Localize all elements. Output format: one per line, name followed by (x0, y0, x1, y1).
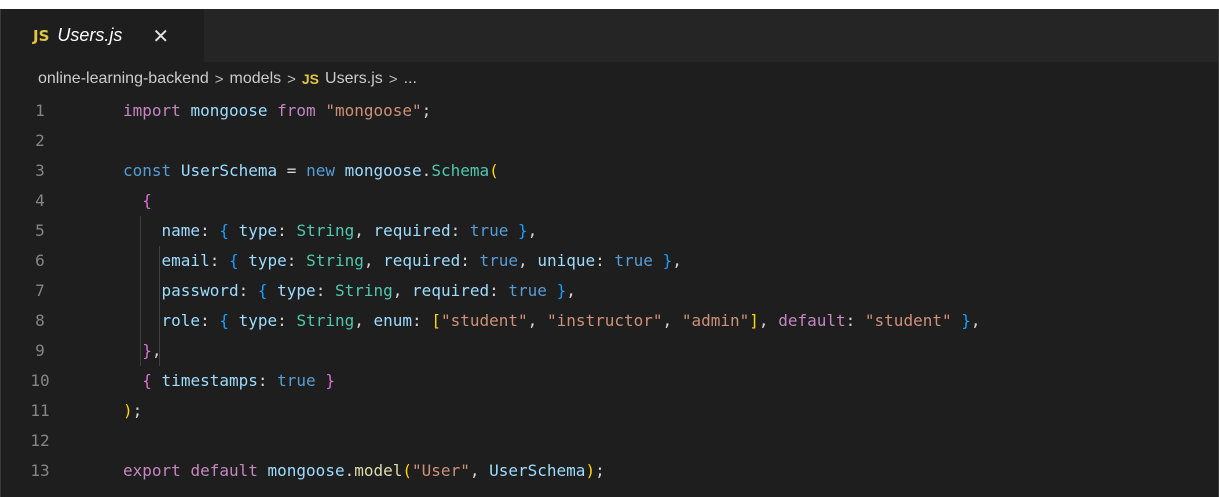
code-line[interactable]: 13 export default mongoose.model("User", … (1, 456, 1218, 486)
javascript-file-icon: JS (33, 26, 50, 45)
line-number: 6 (35, 251, 45, 270)
code-text: const UserSchema = new mongoose.Schema( (123, 161, 499, 180)
code-line[interactable]: 3 const UserSchema = new mongoose.Schema( (1, 156, 1218, 186)
tab-title: Users.js (57, 25, 123, 45)
code-text: role: { type: String, enum: ["student", … (161, 311, 981, 330)
line-number: 4 (35, 191, 45, 210)
close-icon[interactable]: ✕ (152, 24, 169, 48)
code-line[interactable]: 5 name: { type: String, required: true }… (1, 216, 1218, 246)
chevron-right-icon: > (388, 70, 398, 88)
code-line[interactable]: 9 }, (1, 336, 1218, 366)
line-number: 3 (35, 161, 45, 180)
code-line[interactable]: 6 email: { type: String, required: true,… (1, 246, 1218, 276)
line-number: 7 (35, 281, 45, 300)
line-number: 12 (30, 431, 50, 450)
line-number: 1 (35, 101, 45, 120)
editor-window: JS Users.js ✕ online-learning-backend > … (0, 9, 1219, 497)
code-text: { timestamps: true } (142, 371, 335, 390)
chevron-right-icon: > (214, 70, 224, 88)
line-number: 8 (35, 311, 45, 330)
breadcrumb-item-folder[interactable]: online-learning-backend (38, 70, 209, 88)
code-line[interactable]: 4 { (1, 186, 1218, 216)
code-text: { (142, 191, 152, 210)
tab-users-js[interactable]: JS Users.js ✕ (1, 9, 204, 62)
line-number: 11 (30, 401, 50, 420)
breadcrumb: online-learning-backend > models > JS Us… (1, 62, 1218, 96)
javascript-file-icon: JS (301, 71, 320, 87)
code-text: ); (123, 401, 143, 420)
code-line[interactable]: 10 { timestamps: true } (1, 366, 1218, 396)
code-line[interactable]: 2 (1, 126, 1218, 156)
code-text: import mongoose from "mongoose"; (123, 101, 432, 120)
breadcrumb-item-symbols[interactable]: ... (404, 70, 417, 88)
code-text: password: { type: String, required: true… (161, 281, 576, 300)
code-line[interactable]: 11); (1, 396, 1218, 426)
code-text: export default mongoose.model("User", Us… (123, 461, 605, 480)
breadcrumb-item-file[interactable]: Users.js (325, 70, 383, 88)
line-number: 2 (35, 131, 45, 150)
line-number: 5 (35, 221, 45, 240)
code-text: name: { type: String, required: true }, (161, 221, 538, 240)
tab-bar: JS Users.js ✕ (1, 9, 1218, 62)
chevron-right-icon: > (287, 70, 296, 88)
breadcrumb-item-models[interactable]: models (230, 70, 282, 88)
code-editor[interactable]: 1 import mongoose from "mongoose"; 2 3 const… (1, 96, 1218, 486)
code-text: }, (142, 341, 162, 360)
code-text: email: { type: String, required: true, u… (161, 251, 682, 270)
line-number: 13 (30, 461, 50, 480)
code-line[interactable]: 12 (1, 426, 1218, 456)
code-line[interactable]: 7 password: { type: String, required: tr… (1, 276, 1218, 306)
line-number: 9 (35, 341, 45, 360)
line-number: 10 (30, 371, 50, 390)
code-line[interactable]: 8 role: { type: String, enum: ["student"… (1, 306, 1218, 336)
code-line[interactable]: 1 import mongoose from "mongoose"; (1, 96, 1218, 126)
